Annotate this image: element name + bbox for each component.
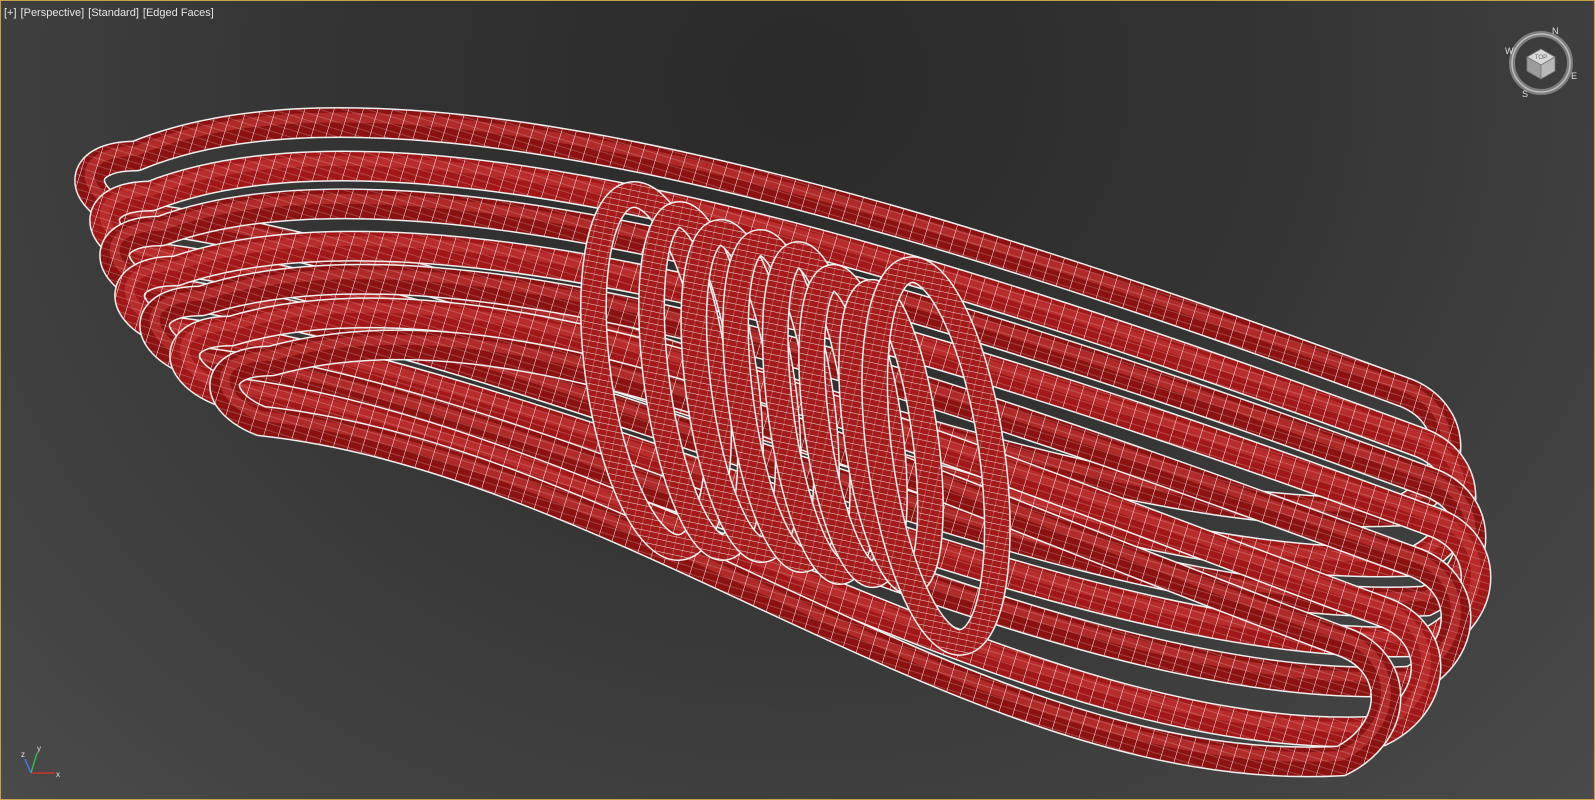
axis-z-label: z <box>21 750 25 759</box>
rope-mesh-scene[interactable] <box>1 1 1595 800</box>
perspective-viewport[interactable]: [+] [Perspective] [Standard] [Edged Face… <box>0 0 1595 800</box>
viewcube-cube[interactable]: TOP <box>1526 48 1556 80</box>
compass-east-label: E <box>1571 71 1577 81</box>
axis-x-label: x <box>56 770 60 779</box>
axis-tripod-icon: x y z <box>21 744 60 779</box>
viewcube-navigator[interactable]: TOP N W E S <box>1501 23 1581 103</box>
compass-west-label: W <box>1505 46 1514 56</box>
compass-south-label: S <box>1522 89 1528 99</box>
compass-north-label: N <box>1552 26 1559 36</box>
axis-y-label: y <box>37 744 41 753</box>
viewcube-face-label: TOP <box>1535 55 1547 61</box>
